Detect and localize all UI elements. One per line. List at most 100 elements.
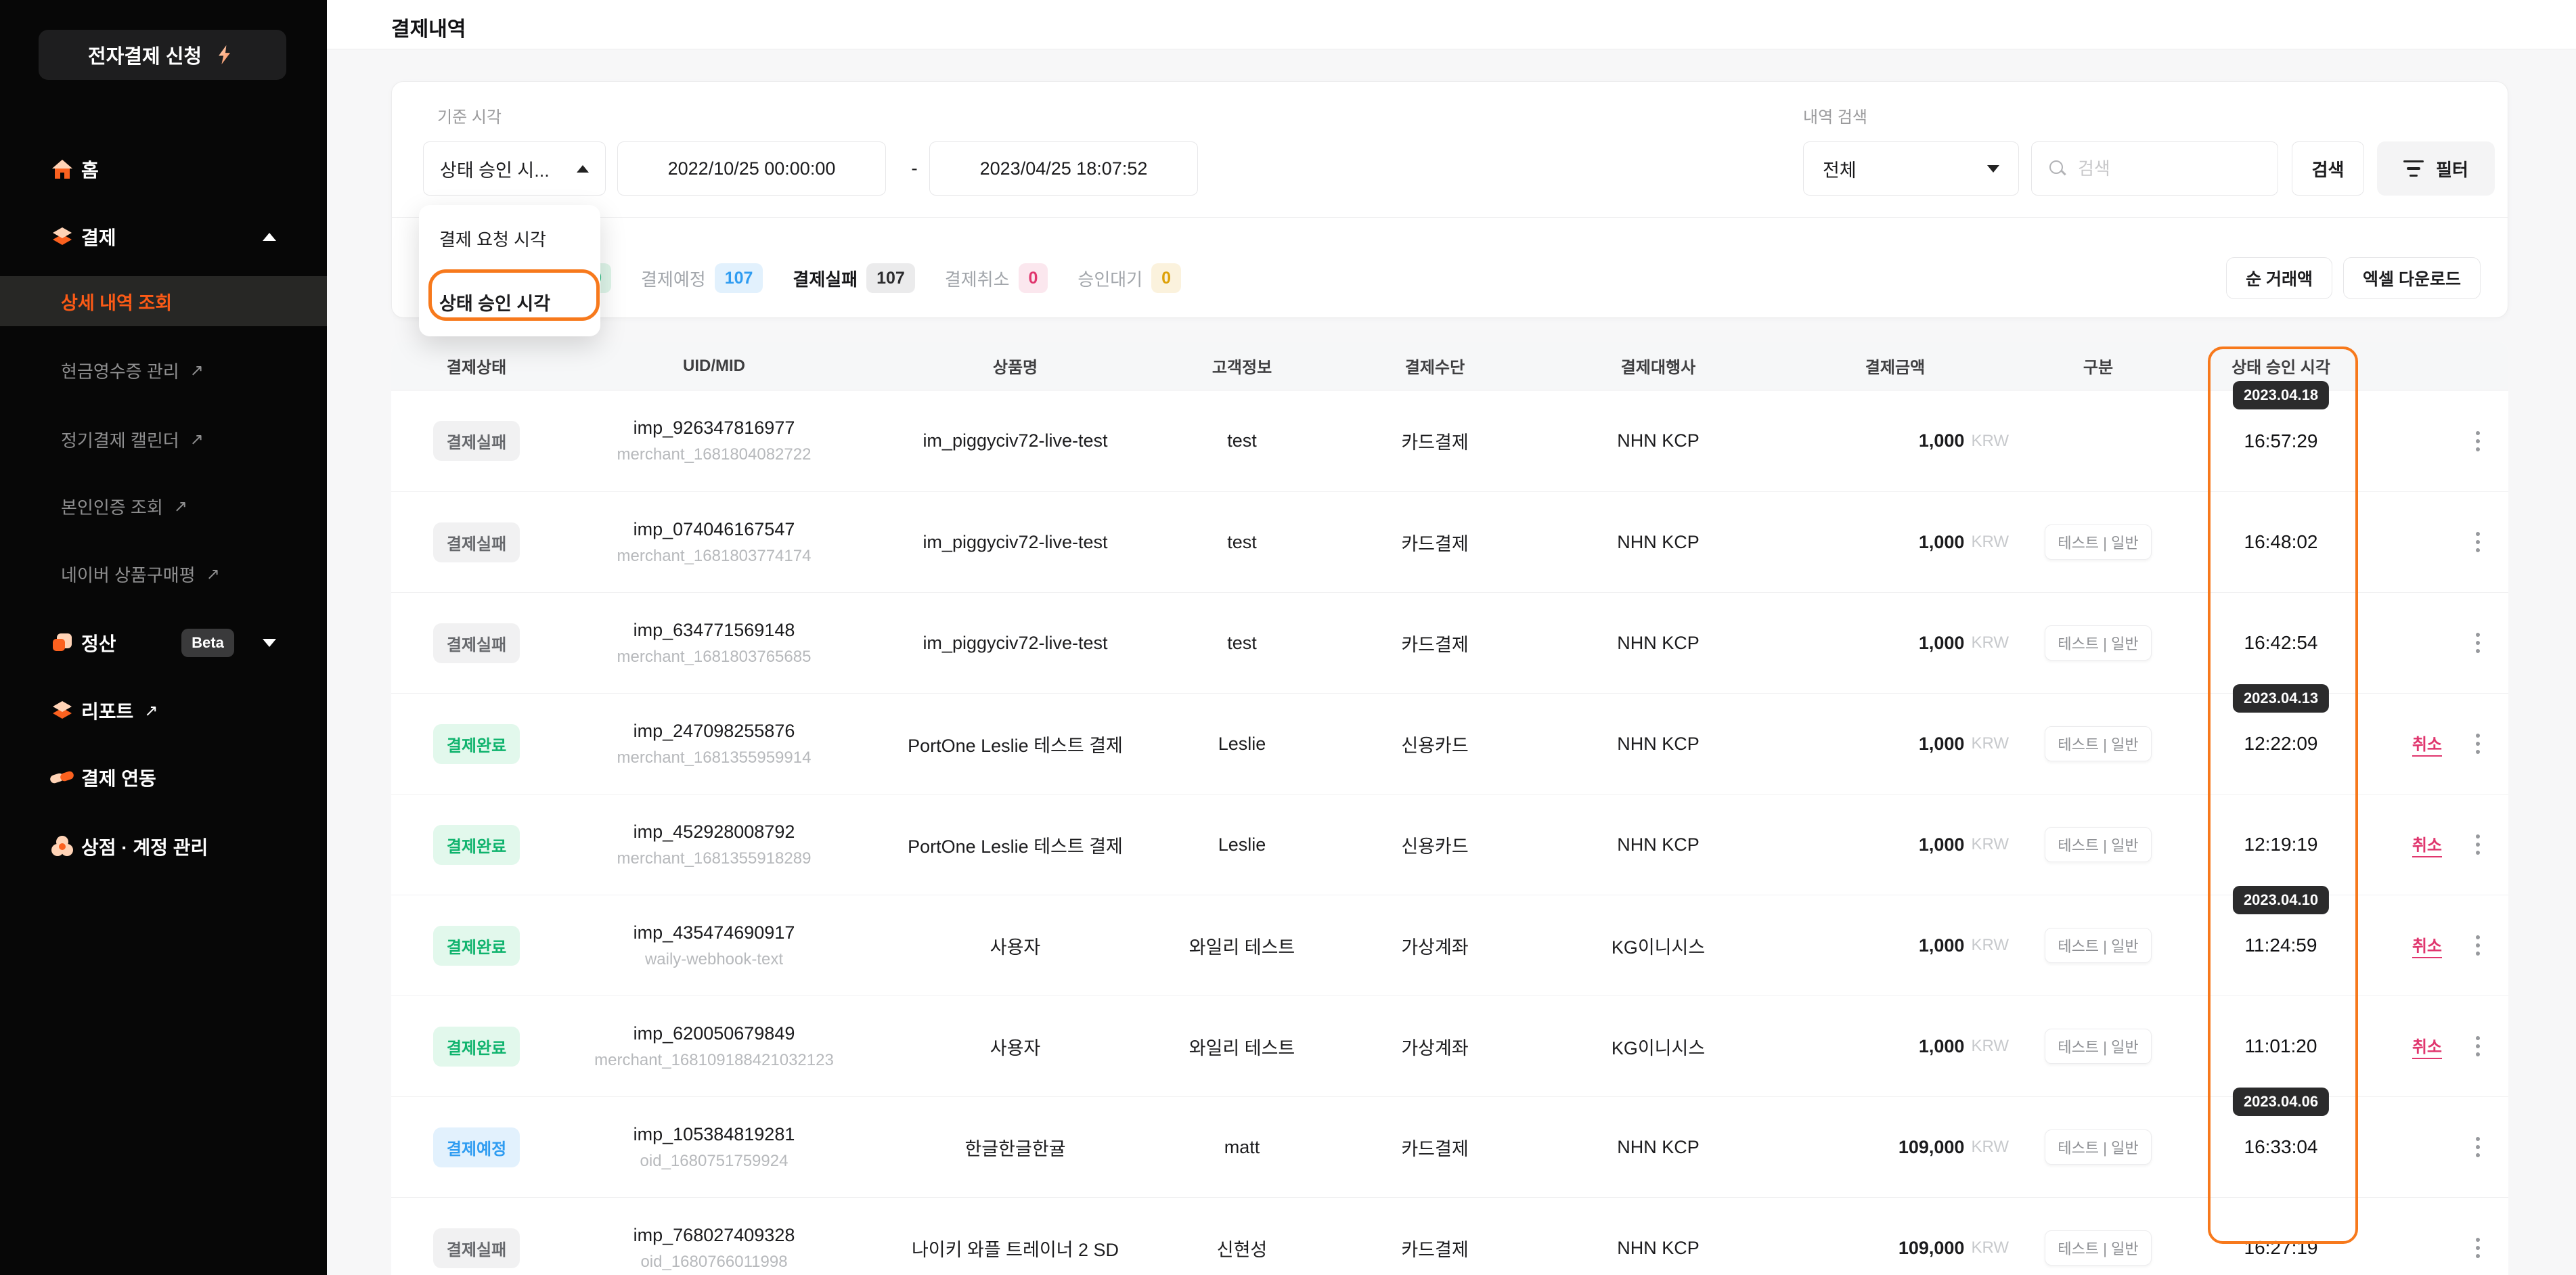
row-menu-button[interactable] xyxy=(2472,1234,2484,1262)
table-row[interactable]: 결제완료imp_247098255876merchant_16813559599… xyxy=(391,693,2508,794)
table-row[interactable]: 결제완료imp_620050679849merchant_16810918842… xyxy=(391,996,2508,1096)
payments-table: 결제상태UID/MID상품명고객정보결제수단결제대행사결제금액구분상태 승인 시… xyxy=(391,342,2508,1275)
sidebar-item-naver-review[interactable]: 네이버 상품구매평↗ xyxy=(0,552,327,596)
approval-time: 16:33:04 xyxy=(2244,1136,2318,1158)
table-row[interactable]: 결제실패imp_768027409328oid_1680766011998나이키… xyxy=(391,1197,2508,1275)
amount-cell: 1,000KRW xyxy=(1767,492,2024,592)
tab-결제예정[interactable]: 결제예정 107 xyxy=(641,263,763,293)
cancel-button[interactable]: 취소 xyxy=(2412,1033,2442,1059)
mid-text: merchant_1681355959914 xyxy=(617,748,812,767)
actions-cell: 취소 xyxy=(2389,795,2508,895)
sidebar-item-cash-receipt[interactable]: 현금영수증 관리↗ xyxy=(0,349,327,392)
cancel-button[interactable]: 취소 xyxy=(2412,933,2442,958)
payment-method-cell: 카드결제 xyxy=(1320,390,1550,491)
approval-time-cell: 2023.04.0616:33:04 xyxy=(2173,1097,2389,1197)
sidebar-item-pg-integration[interactable]: 결제 연동 xyxy=(0,756,327,799)
sidebar-item-label: 리포트 xyxy=(81,697,133,724)
tab-count-badge: 107 xyxy=(715,263,763,293)
filter-button[interactable]: 필터 xyxy=(2377,141,2495,196)
payment-method: 카드결제 xyxy=(1401,630,1468,656)
amount-value: 1,000 xyxy=(1919,834,1965,855)
amount-cell: 1,000KRW xyxy=(1767,694,2024,794)
payment-method: 카드결제 xyxy=(1401,529,1468,556)
base-time-select-value: 상태 승인 시... xyxy=(440,156,550,182)
table-row[interactable]: 결제실패imp_634771569148merchant_16818037656… xyxy=(391,592,2508,693)
tab-count-badge: 107 xyxy=(866,263,915,293)
column-header: 결제수단 xyxy=(1320,342,1550,390)
tab-승인대기[interactable]: 승인대기0 xyxy=(1078,263,1181,293)
search-button[interactable]: 검색 xyxy=(2292,141,2364,196)
currency-label: KRW xyxy=(1971,1238,2009,1257)
customer-name: test xyxy=(1227,633,1257,654)
column-header: 상품명 xyxy=(866,342,1164,390)
amount-value: 1,000 xyxy=(1919,430,1965,451)
row-menu-button[interactable] xyxy=(2472,629,2484,657)
table-row[interactable]: 결제실패imp_074046167547merchant_16818037741… xyxy=(391,491,2508,592)
table-row[interactable]: 결제예정imp_105384819281oid_1680751759924한글한… xyxy=(391,1096,2508,1197)
sidebar-item-settlement[interactable]: 정산Beta xyxy=(0,621,327,665)
payment-method: 카드결제 xyxy=(1401,1134,1468,1161)
date-from-input[interactable]: 2022/10/25 00:00:00 xyxy=(617,141,886,196)
currency-label: KRW xyxy=(1971,734,2009,753)
cancel-button[interactable]: 취소 xyxy=(2412,832,2442,857)
row-menu-button[interactable] xyxy=(2472,830,2484,859)
status-cell: 결제실패 xyxy=(391,390,562,491)
type-badge: 테스트 | 일반 xyxy=(2045,524,2151,560)
date-from-value: 2022/10/25 00:00:00 xyxy=(668,158,836,179)
status-badge: 결제실패 xyxy=(433,1228,520,1268)
customer-name-cell: 와일리 테스트 xyxy=(1164,996,1320,1096)
table-row[interactable]: 결제완료imp_452928008792merchant_16813559182… xyxy=(391,794,2508,895)
e-payment-apply-button[interactable]: 전자결제 신청 xyxy=(39,30,286,80)
payment-method: 카드결제 xyxy=(1401,428,1468,454)
status-cell: 결제완료 xyxy=(391,895,562,996)
customer-name: 와일리 테스트 xyxy=(1189,933,1295,959)
sidebar-item-home[interactable]: 홈 xyxy=(0,148,327,191)
currency-label: KRW xyxy=(1971,432,2009,451)
dropdown-item-request-time[interactable]: 결제 요청 시각 xyxy=(419,226,600,251)
external-link-icon: ↗ xyxy=(144,701,158,721)
tab-label: 결제예정 xyxy=(641,266,706,291)
uid-text: imp_074046167547 xyxy=(634,519,795,540)
mid-text: oid_1680751759924 xyxy=(640,1152,789,1171)
tab-결제실패[interactable]: 결제실패107 xyxy=(793,263,914,293)
dropdown-item-approval-time[interactable]: 상태 승인 시각 xyxy=(419,289,600,315)
row-menu-button[interactable] xyxy=(2472,528,2484,556)
search-type-select[interactable]: 전체 xyxy=(1803,141,2019,196)
status-badge: 결제실패 xyxy=(433,421,520,461)
sidebar-item-label: 홈 xyxy=(81,156,99,183)
cancel-button[interactable]: 취소 xyxy=(2412,731,2442,757)
row-menu-button[interactable] xyxy=(2472,730,2484,758)
product-name-cell: 사용자 xyxy=(866,895,1164,996)
external-link-icon: ↗ xyxy=(190,361,204,380)
date-to-input[interactable]: 2023/04/25 18:07:52 xyxy=(929,141,1198,196)
uid-mid-cell: imp_247098255876merchant_1681355959914 xyxy=(562,694,866,794)
row-menu-button[interactable] xyxy=(2472,931,2484,960)
sidebar-item-label: 본인인증 조회 xyxy=(61,494,163,519)
sidebar-item-subscription-calendar[interactable]: 정기결제 캘린더↗ xyxy=(0,418,327,461)
table-row[interactable]: 결제실패imp_926347816977merchant_16818040827… xyxy=(391,390,2508,491)
column-header: 결제대행사 xyxy=(1550,342,1767,390)
sidebar-item-payment[interactable]: 결제 xyxy=(0,215,327,259)
home-icon xyxy=(49,156,76,183)
pg-name: NHN KCP xyxy=(1617,532,1700,553)
search-input[interactable] xyxy=(2077,158,2246,180)
excel-download-button[interactable]: 엑셀 다운로드 xyxy=(2343,257,2481,299)
page-title: 결제내역 xyxy=(391,12,466,42)
payment-method-cell: 카드결제 xyxy=(1320,1198,1550,1275)
base-time-select[interactable]: 상태 승인 시... xyxy=(423,141,606,196)
actions-cell xyxy=(2389,390,2508,491)
sidebar-item-store-account[interactable]: 상점 · 계정 관리 xyxy=(0,825,327,868)
sidebar-item-label: 결제 연동 xyxy=(81,764,156,791)
pg-name-cell: NHN KCP xyxy=(1550,795,1767,895)
row-menu-button[interactable] xyxy=(2472,1133,2484,1161)
sidebar-item-identity-check[interactable]: 본인인증 조회↗ xyxy=(0,485,327,528)
sidebar-item-report[interactable]: 리포트 ↗ xyxy=(0,689,327,732)
link-icon xyxy=(49,764,76,791)
net-amount-button[interactable]: 순 거래액 xyxy=(2226,257,2332,299)
tab-결제취소[interactable]: 결제취소0 xyxy=(945,263,1048,293)
status-badge: 결제예정 xyxy=(433,1127,520,1167)
row-menu-button[interactable] xyxy=(2472,1032,2484,1060)
sidebar-item-payment-detail[interactable]: 상세 내역 조회 xyxy=(0,276,327,326)
row-menu-button[interactable] xyxy=(2472,427,2484,455)
table-row[interactable]: 결제완료imp_435474690917waily-webhook-text사용… xyxy=(391,895,2508,996)
